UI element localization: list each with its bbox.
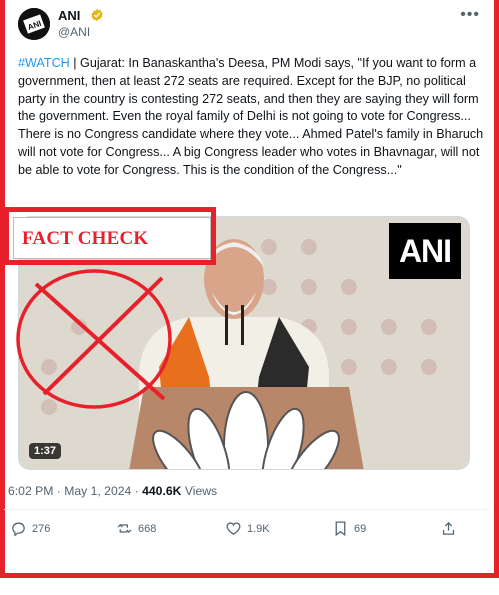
like-count: 1.9K — [247, 522, 270, 535]
account-handle[interactable]: @ANI — [58, 25, 90, 39]
ani-avatar-icon: ANI — [18, 8, 50, 40]
timestamp[interactable]: 6:02 PM · May 1, 2024 · — [8, 484, 142, 498]
reply-icon — [12, 522, 25, 537]
reply-button[interactable]: 276 — [10, 520, 50, 537]
share-button[interactable] — [440, 520, 457, 537]
fact-check-label-box: FACT CHECK — [13, 217, 211, 259]
tweet-meta: 6:02 PM · May 1, 2024 · 440.6K Views — [8, 484, 217, 498]
like-button[interactable]: 1.9K — [225, 520, 270, 537]
red-cross-mark-icon — [16, 269, 172, 409]
ani-watermark-logo: ANI — [389, 223, 461, 279]
fact-check-stamp: FACT CHECK — [4, 207, 216, 265]
divider — [4, 509, 490, 510]
verified-badge-icon — [91, 8, 103, 22]
bookmark-button[interactable]: 69 — [332, 520, 366, 537]
tweet-body: #WATCH | Gujarat: In Banaskantha's Deesa… — [18, 55, 488, 180]
share-icon — [442, 521, 455, 535]
repost-count: 668 — [138, 522, 157, 535]
avatar[interactable]: ANI — [18, 8, 50, 40]
page-bottom-margin — [0, 578, 499, 595]
more-icon[interactable]: ••• — [460, 6, 480, 24]
tweet-header: ANI ANI @ANI ••• — [18, 6, 480, 42]
hashtag-link[interactable]: #WATCH — [18, 56, 70, 70]
view-count: 440.6K — [142, 484, 182, 498]
bookmark-count: 69 — [354, 522, 367, 535]
repost-icon — [117, 524, 132, 533]
tweet-text: | Gujarat: In Banaskantha's Deesa, PM Mo… — [18, 56, 484, 177]
fact-check-label: FACT CHECK — [22, 228, 149, 249]
views-label: Views — [181, 484, 218, 498]
bookmark-icon — [335, 521, 346, 537]
repost-button[interactable]: 668 — [116, 520, 156, 537]
action-bar: 276 668 1.9K 69 — [10, 520, 470, 544]
account-name[interactable]: ANI — [58, 8, 80, 23]
like-icon — [226, 522, 241, 535]
video-duration: 1:37 — [29, 443, 62, 459]
reply-count: 276 — [32, 522, 51, 535]
